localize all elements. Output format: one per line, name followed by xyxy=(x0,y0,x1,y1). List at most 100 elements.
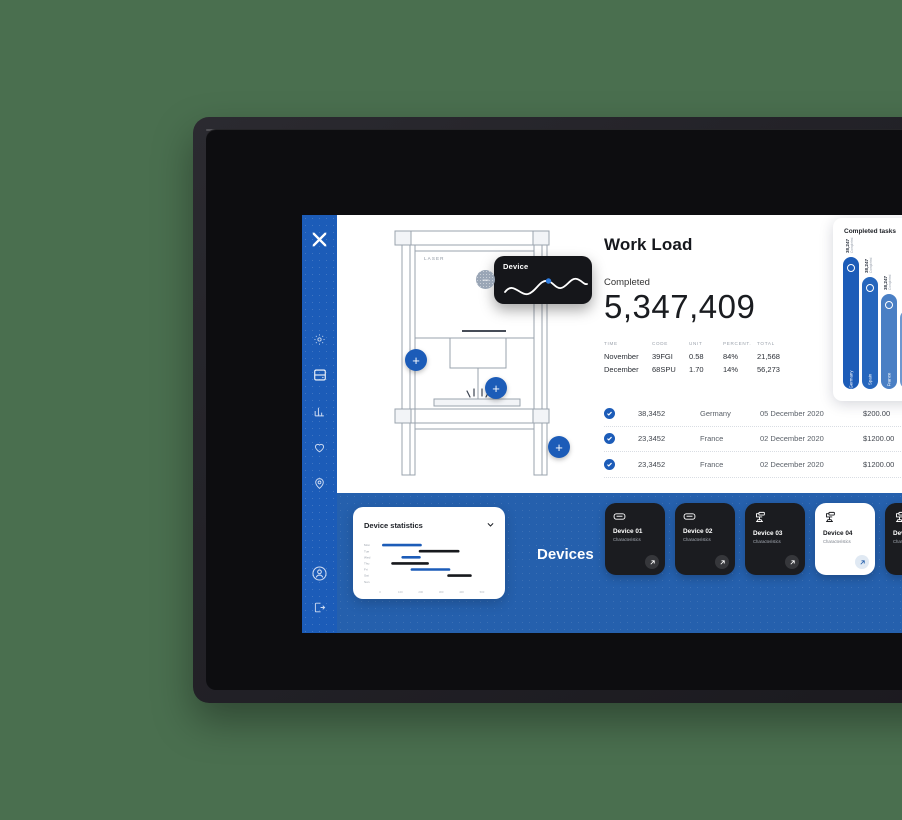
cell-date: 02 December 2020 xyxy=(760,459,824,469)
device-card-title: Device 05 xyxy=(893,530,902,537)
user-circle-icon xyxy=(311,565,328,582)
cell-amount: $200.00 xyxy=(863,408,891,418)
device-statistics-title: Device statistics xyxy=(364,520,423,530)
sidebar-item-profile[interactable] xyxy=(309,563,331,583)
bar-knob-icon xyxy=(847,264,855,272)
cell-percent: 14% xyxy=(723,364,739,374)
cell-country: France xyxy=(700,459,724,469)
table-row[interactable]: 23,3452 France 02 December 2020 $1200.00… xyxy=(604,427,902,452)
cell-amount: $1200.00 xyxy=(863,434,895,444)
device-card-title: Device 02 xyxy=(683,528,713,535)
completed-tasks-bars: Germany 38,247 Completed Spain 38,247 Complet… xyxy=(843,238,902,389)
arrow-up-right-icon[interactable] xyxy=(785,555,799,569)
bar-knob-icon xyxy=(885,301,893,309)
row-checkbox[interactable] xyxy=(604,458,638,470)
svg-text:Wed: Wed xyxy=(364,555,371,559)
svg-text:Sun: Sun xyxy=(364,580,370,584)
device-card-title: Device 03 xyxy=(753,530,783,537)
device-statistics-card: Device statistics Mon Tue Wed Thu Fri Sat Sun 0… xyxy=(353,507,505,599)
printer-icon xyxy=(683,511,728,522)
svg-text:400: 400 xyxy=(459,590,464,594)
bar: France xyxy=(881,294,897,389)
cell-percent: 84% xyxy=(723,351,739,361)
device-card[interactable]: Device 04 Characteristics xyxy=(815,503,875,575)
bar-chart-icon xyxy=(313,405,326,418)
device-card[interactable]: Device 01 Characteristics xyxy=(605,503,665,575)
sidebar-item-analytics[interactable] xyxy=(309,401,331,421)
machine-hotspot-1[interactable]: + xyxy=(405,349,427,371)
device-card-title: Device 04 xyxy=(823,530,853,537)
machine-diagram: LASER + + + Device – xyxy=(362,223,592,495)
svg-text:Tue: Tue xyxy=(364,549,369,553)
sidebar-item-favorites[interactable] xyxy=(309,437,331,457)
cell-time: November xyxy=(604,351,639,361)
device-card[interactable]: Device 03 Characteristics xyxy=(745,503,805,575)
col-time: TIME xyxy=(604,340,618,346)
bar-column: France 38,247 Completed xyxy=(881,275,897,389)
sidebar-item-devices[interactable] xyxy=(309,365,331,385)
svg-text:200: 200 xyxy=(418,590,423,594)
table-row: December 68SPU 1.70 14% 56,273 xyxy=(604,363,780,376)
table-header-row: TIME CODE UNIT PERCENT. TOTAL xyxy=(604,341,780,350)
cell-code: 39FGI xyxy=(652,351,673,361)
cell-id: 23,3452 xyxy=(638,434,666,444)
printer-icon xyxy=(613,511,658,522)
cell-id: 38,3452 xyxy=(638,408,666,418)
close-x-icon[interactable] xyxy=(308,227,332,251)
sidebar-item-settings[interactable] xyxy=(309,329,331,349)
device-cards-list: Device 01 Characteristics Device 02 Charact… xyxy=(605,503,902,575)
bar-category-label: France xyxy=(886,372,892,387)
bar-value-label: 38,247 Completed xyxy=(864,257,873,273)
device-tooltip-title: Device xyxy=(503,262,529,271)
svg-text:Mon: Mon xyxy=(364,543,370,547)
table-row[interactable]: 38,3452 Germany 05 December 2020 $200.00… xyxy=(604,401,902,427)
machine-hotspot-2[interactable]: + xyxy=(485,377,507,399)
cell-unit: 0.58 xyxy=(689,351,704,361)
col-total: TOTAL xyxy=(757,340,775,346)
device-card-subtitle: Characteristics xyxy=(613,536,641,542)
transactions-list: 38,3452 Germany 05 December 2020 $200.00… xyxy=(604,401,902,478)
cell-code: 68SPU xyxy=(652,364,676,374)
sidebar xyxy=(302,215,337,633)
logout-icon xyxy=(313,601,326,614)
sidebar-item-logout[interactable] xyxy=(309,597,331,617)
cell-total: 56,273 xyxy=(757,364,780,374)
device-tooltip: Device xyxy=(494,256,592,304)
col-percent: PERCENT. xyxy=(723,340,752,346)
sidebar-item-locations[interactable] xyxy=(309,473,331,493)
arrow-up-right-icon[interactable] xyxy=(855,555,869,569)
cell-unit: 1.70 xyxy=(689,364,704,374)
device-card[interactable]: Device 05Characteristics xyxy=(885,503,902,575)
bar-category-label: Spain xyxy=(867,373,873,386)
svg-text:Thu: Thu xyxy=(364,562,370,566)
svg-text:500: 500 xyxy=(480,590,485,594)
device-card-subtitle: Characteristics xyxy=(893,538,902,544)
monitor-frame: LASER + + + Device – Work Load Completed… xyxy=(193,117,902,703)
arrow-up-right-icon[interactable] xyxy=(715,555,729,569)
table-row[interactable]: 23,3452 France 02 December 2020 $1200.00… xyxy=(604,452,902,478)
machine-hotspot-3[interactable]: + xyxy=(548,436,570,458)
svg-text:300: 300 xyxy=(439,590,444,594)
device-minus-badge[interactable]: – xyxy=(476,270,495,289)
device-card-subtitle: Characteristics xyxy=(683,536,711,542)
chevron-down-icon[interactable] xyxy=(486,516,495,534)
bar-knob-icon xyxy=(866,284,874,292)
monitor-screen: LASER + + + Device – Work Load Completed… xyxy=(206,129,902,690)
robot-arm-icon xyxy=(823,511,868,524)
svg-text:0: 0 xyxy=(379,590,381,594)
row-checkbox[interactable] xyxy=(604,407,638,419)
bar: Spain xyxy=(862,277,878,389)
svg-text:Sat: Sat xyxy=(364,574,369,578)
svg-text:Fri: Fri xyxy=(364,568,368,572)
bar-column: Germany 38,247 Completed xyxy=(843,238,859,389)
row-checkbox[interactable] xyxy=(604,433,638,445)
arrow-up-right-icon[interactable] xyxy=(645,555,659,569)
robot-arm-icon xyxy=(753,511,798,524)
cell-date: 02 December 2020 xyxy=(760,434,824,444)
bar: Germany xyxy=(843,257,859,389)
cell-country: France xyxy=(700,434,724,444)
dashboard-app: LASER + + + Device – Work Load Completed… xyxy=(302,215,902,633)
device-card[interactable]: Device 02 Characteristics xyxy=(675,503,735,575)
bar-category-label: Germany xyxy=(848,370,854,389)
col-unit: UNIT xyxy=(689,340,703,346)
